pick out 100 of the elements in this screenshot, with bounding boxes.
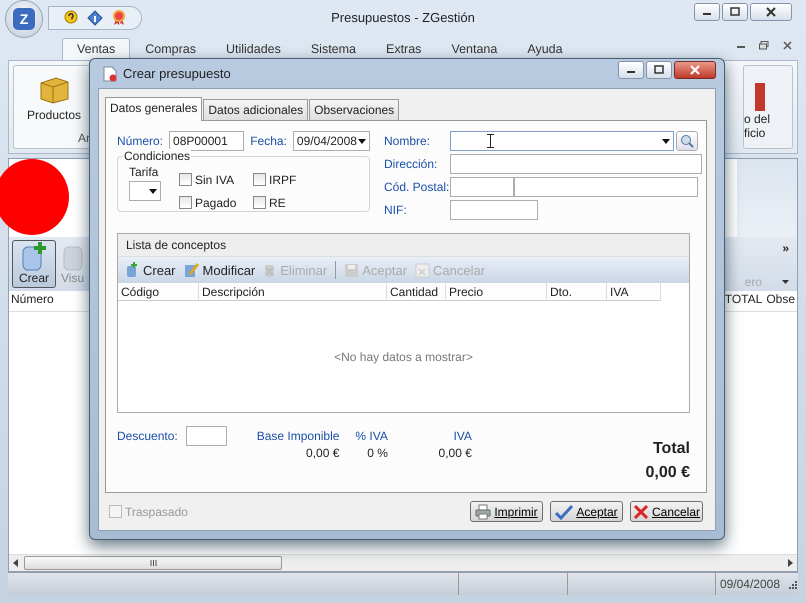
total-value: 0 %	[367, 446, 388, 460]
dropdown-arrow-icon	[358, 138, 366, 144]
tab[interactable]: Observaciones	[309, 99, 400, 120]
info-icon[interactable]	[87, 10, 103, 26]
total-value: 0,00 €	[646, 464, 690, 482]
cylinder-plus-icon	[20, 241, 48, 271]
scroll-right-icon[interactable]	[788, 559, 793, 567]
column-header[interactable]: Precio	[446, 283, 547, 301]
checkbox-label: Pagado	[195, 196, 236, 210]
close-button[interactable]	[750, 3, 792, 21]
checkbox[interactable]	[253, 196, 266, 209]
maximize-icon	[654, 65, 664, 75]
scroll-thumb[interactable]	[24, 556, 282, 570]
group-label: Ar	[77, 130, 91, 147]
ribbon-tab[interactable]: Sistema	[296, 38, 371, 60]
help-icon[interactable]	[63, 10, 79, 26]
dialog-title: Crear presupuesto	[123, 66, 231, 81]
tab[interactable]: Datos generales	[105, 97, 202, 121]
products-button[interactable]: Productos	[26, 66, 82, 129]
close-icon	[632, 504, 649, 520]
column-header[interactable]: TOTAL	[724, 292, 762, 310]
total-value: 0,00 €	[438, 446, 472, 460]
tax-id-field[interactable]	[450, 200, 538, 220]
checkbox[interactable]	[179, 196, 192, 209]
ribbon-tab[interactable]: Ayuda	[512, 38, 578, 60]
field-label: NIF:	[384, 203, 408, 217]
column-header[interactable]: Descripción	[199, 283, 387, 301]
field-label: Fecha:	[250, 134, 287, 148]
minimize-button[interactable]	[694, 3, 720, 21]
status-date: 09/04/2008	[714, 573, 784, 595]
dropdown-arrow-icon[interactable]	[782, 280, 789, 284]
close-button[interactable]	[674, 61, 716, 79]
field-label: Cód. Postal:	[384, 180, 448, 194]
total-label: Base Imponible	[256, 429, 340, 443]
field-label: Nombre:	[384, 134, 432, 148]
number-field[interactable]: 08P00001	[169, 131, 244, 151]
ribbon-button[interactable]: o del ficio	[744, 66, 770, 148]
discount-field[interactable]	[186, 426, 227, 446]
overflow-button[interactable]: »	[782, 241, 789, 255]
accept-button[interactable]: Aceptar	[550, 501, 623, 522]
empty-message: <No hay datos a mostrar>	[334, 350, 473, 364]
cylinder-plus-icon	[126, 262, 140, 278]
book-icon	[754, 82, 766, 112]
checkbox[interactable]	[253, 173, 266, 186]
column-header[interactable]: Código	[118, 283, 199, 301]
search-button[interactable]	[676, 131, 698, 151]
ribbon-award-icon[interactable]	[111, 10, 127, 26]
column-header[interactable]: Número	[11, 292, 54, 310]
ribbon-tab[interactable]: Ventana	[436, 38, 512, 60]
document-icon	[103, 66, 117, 82]
checkbox[interactable]	[179, 173, 192, 186]
column-header[interactable]: Cantidad	[387, 283, 446, 301]
address-field[interactable]	[450, 154, 702, 174]
column-header[interactable]: IVA	[607, 283, 661, 301]
ribbon-tab[interactable]: Extras	[371, 38, 436, 60]
scroll-left-icon[interactable]	[13, 559, 18, 567]
group-title: Condiciones	[123, 149, 192, 163]
horizontal-scrollbar[interactable]	[9, 554, 797, 571]
close-icon	[765, 7, 777, 17]
column-header[interactable]: Obse	[766, 292, 795, 310]
close-button[interactable]	[783, 41, 792, 50]
postal-code-field[interactable]	[450, 177, 514, 197]
total-label: % IVA	[355, 429, 388, 443]
maximize-button[interactable]	[722, 3, 748, 21]
name-combobox[interactable]	[450, 131, 674, 151]
dropdown-arrow-icon	[662, 138, 670, 144]
total-value: 0,00 €	[306, 446, 340, 460]
total-label: IVA	[453, 429, 472, 443]
toolbar-button[interactable]: Modificar	[184, 262, 256, 278]
field-label: Tarifa	[129, 165, 160, 179]
column-header[interactable]: Dto.	[547, 283, 607, 301]
ribbon-tab[interactable]: Compras	[130, 38, 211, 60]
total-label: Total	[652, 440, 690, 458]
field-label: Número:	[117, 134, 164, 148]
field-label: Dirección:	[384, 157, 438, 171]
field-label: Descuento:	[117, 428, 178, 443]
minimize-button[interactable]	[618, 61, 644, 79]
toolbar-button[interactable]: Crear	[126, 262, 176, 278]
cancel-icon	[415, 262, 430, 278]
print-button[interactable]: Imprimir	[470, 501, 543, 522]
search-icon	[680, 134, 694, 148]
city-field[interactable]	[514, 177, 698, 197]
pencil-icon	[184, 262, 200, 278]
rate-dropdown[interactable]	[129, 181, 161, 201]
app-menu-button[interactable]: Z	[6, 1, 42, 37]
tab[interactable]: Datos adicionales	[203, 99, 308, 120]
close-icon	[689, 65, 701, 75]
window-title: Presupuestos - ZGestión	[331, 10, 475, 25]
ribbon-tab[interactable]: Ventas	[62, 38, 130, 60]
checkmark-icon	[555, 504, 574, 520]
dropdown-arrow-icon	[149, 188, 157, 194]
cancel-button[interactable]: Cancelar	[630, 501, 703, 522]
checkbox-label: Traspasado	[125, 504, 188, 518]
panel-title: Lista de conceptos	[126, 238, 226, 252]
toolbar-button[interactable]: Crear	[12, 240, 56, 288]
restore-button[interactable]	[759, 41, 769, 50]
date-field[interactable]: 09/04/2008	[292, 131, 370, 151]
maximize-icon	[730, 7, 740, 17]
ribbon-tab[interactable]: Utilidades	[210, 38, 296, 60]
maximize-button[interactable]	[646, 61, 672, 79]
